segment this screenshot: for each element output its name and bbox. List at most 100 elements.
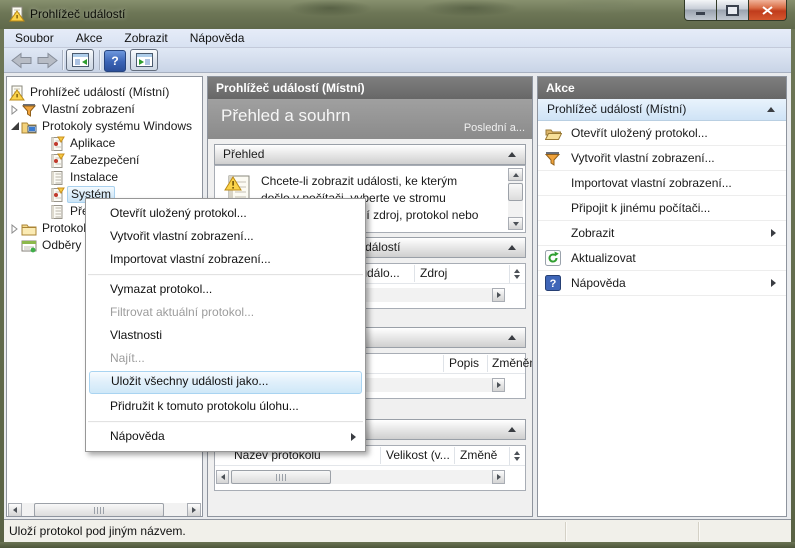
actions-group-header[interactable]: Prohlížeč událostí (Místní) <box>538 99 786 121</box>
scroll-down-button[interactable] <box>508 217 523 230</box>
context-menu: Otevřít uložený protokol... Vytvořit vla… <box>85 198 366 452</box>
close-button[interactable] <box>749 0 787 21</box>
minimize-button[interactable] <box>684 0 717 21</box>
menu-item-help[interactable]: Nápověda <box>86 425 365 448</box>
log-summary-horizontal-scrollbar[interactable] <box>216 470 505 484</box>
refresh-icon <box>538 250 571 266</box>
menu-item-import-custom-view[interactable]: Importovat vlastní zobrazení... <box>86 248 365 271</box>
scroll-left-button[interactable] <box>8 503 22 517</box>
action-help[interactable]: ? Nápověda <box>538 271 786 296</box>
scroll-right-button[interactable] <box>492 288 505 302</box>
action-view[interactable]: Zobrazit <box>538 221 786 246</box>
header-divider <box>215 465 525 466</box>
menu-item-label: Nápověda <box>110 429 165 443</box>
menu-napoveda[interactable]: Nápověda <box>179 29 256 48</box>
menu-item-attach-task[interactable]: Přidružit k tomuto protokolu úlohu... <box>86 395 365 418</box>
app-icon <box>9 6 25 22</box>
overview-line: Chcete-li zobrazit události, ke kterým <box>261 173 501 190</box>
tree-item-label: Aplikace <box>67 136 118 151</box>
event-viewer-window: Prohlížeč událostí Soubor Akce Zobrazit … <box>0 0 795 548</box>
back-arrow-icon[interactable] <box>10 52 33 69</box>
column-header-zdroj[interactable]: Zdroj <box>420 264 447 283</box>
tree-item-label: Zabezpečení <box>67 153 142 168</box>
maximize-button[interactable] <box>717 0 749 21</box>
question-mark-icon: ? <box>111 54 118 68</box>
maximize-icon <box>726 5 739 16</box>
menu-item-save-all-events-as[interactable]: Uložit všechny události jako... <box>89 371 362 394</box>
submenu-arrow-icon <box>771 229 776 237</box>
tree-item-root[interactable]: Prohlížeč událostí (Místní) <box>7 84 202 101</box>
column-divider[interactable] <box>454 447 455 464</box>
column-divider[interactable] <box>414 265 415 282</box>
menu-separator <box>88 421 363 422</box>
scroll-track[interactable] <box>229 470 492 484</box>
action-refresh[interactable]: Aktualizovat <box>538 246 786 271</box>
column-header-zmeneno[interactable]: Změně <box>460 446 497 465</box>
window-border-right <box>791 29 795 548</box>
scroll-left-button[interactable] <box>216 470 229 484</box>
column-spinner[interactable] <box>509 265 524 283</box>
scroll-thumb[interactable] <box>34 503 164 517</box>
collapse-icon[interactable] <box>508 335 516 340</box>
column-header-popis[interactable]: Popis <box>449 354 479 373</box>
action-label: Připojit k jinému počítači... <box>571 201 710 215</box>
scroll-right-button[interactable] <box>492 470 505 484</box>
scroll-right-button[interactable] <box>187 503 201 517</box>
column-divider[interactable] <box>487 355 488 372</box>
column-divider[interactable] <box>443 355 444 372</box>
action-pane-icon <box>136 53 153 67</box>
tree-item-aplikace[interactable]: Aplikace <box>7 135 202 152</box>
menu-soubor[interactable]: Soubor <box>4 29 65 48</box>
expander-collapsed-icon[interactable] <box>9 105 21 115</box>
expander-collapsed-icon[interactable] <box>9 224 21 234</box>
menu-item-clear-log[interactable]: Vymazat protokol... <box>86 278 365 301</box>
tree-item-label: Prohlížeč událostí (Místní) <box>27 85 172 100</box>
event-log-icon <box>49 187 67 203</box>
show-action-pane-button[interactable] <box>130 49 158 71</box>
scroll-track[interactable] <box>22 503 187 517</box>
help-toolbar-button[interactable]: ? <box>104 50 126 72</box>
collapse-icon[interactable] <box>508 427 516 432</box>
scroll-thumb[interactable] <box>508 183 523 201</box>
collapse-icon[interactable] <box>767 107 775 112</box>
folder-icon <box>21 221 39 237</box>
column-divider[interactable] <box>380 447 381 464</box>
action-connect-other-computer[interactable]: Připojit k jinému počítači... <box>538 196 786 221</box>
section-title: Přehled <box>223 147 264 161</box>
tree-item-custom-views[interactable]: Vlastní zobrazení <box>7 101 202 118</box>
scroll-up-button[interactable] <box>508 168 523 181</box>
overview-vertical-scrollbar[interactable] <box>508 168 523 230</box>
scroll-right-button[interactable] <box>492 378 505 392</box>
forward-arrow-icon[interactable] <box>36 52 59 69</box>
section-overview-header[interactable]: Přehled <box>214 144 526 165</box>
expander-expanded-icon[interactable] <box>9 122 21 131</box>
show-console-tree-button[interactable] <box>66 49 94 71</box>
toolbar-separator <box>99 50 100 70</box>
tree-item-instalace[interactable]: Instalace <box>7 169 202 186</box>
menu-zobrazit[interactable]: Zobrazit <box>113 29 178 48</box>
menu-item-create-custom-view[interactable]: Vytvořit vlastní zobrazení... <box>86 225 365 248</box>
tree-item-windows-logs[interactable]: Protokoly systému Windows <box>7 118 202 135</box>
help-icon: ? <box>538 275 571 291</box>
menu-item-open-saved-log[interactable]: Otevřít uložený protokol... <box>86 202 365 225</box>
close-icon <box>762 6 773 15</box>
submenu-arrow-icon <box>351 433 356 441</box>
action-open-saved-log[interactable]: Otevřít uložený protokol... <box>538 121 786 146</box>
log-icon <box>49 170 67 186</box>
column-header-velikost[interactable]: Velikost (v... <box>386 446 450 465</box>
tree-item-zabezpeceni[interactable]: Zabezpečení <box>7 152 202 169</box>
action-create-custom-view[interactable]: Vytvořit vlastní zobrazení... <box>538 146 786 171</box>
toolbar: ? <box>4 48 791 73</box>
tree-horizontal-scrollbar[interactable] <box>8 503 201 517</box>
menu-item-properties[interactable]: Vlastnosti <box>86 324 365 347</box>
title-bar[interactable]: Prohlížeč událostí <box>0 0 795 29</box>
action-import-custom-view[interactable]: Importovat vlastní zobrazení... <box>538 171 786 196</box>
svg-text:?: ? <box>550 278 557 290</box>
collapse-icon[interactable] <box>508 245 516 250</box>
column-header-zmeneno[interactable]: Změněno <box>492 354 533 373</box>
collapse-icon[interactable] <box>508 152 516 157</box>
menu-akce[interactable]: Akce <box>65 29 114 48</box>
menu-separator <box>88 274 363 275</box>
column-spinner[interactable] <box>509 447 524 465</box>
scroll-thumb[interactable] <box>231 470 331 484</box>
